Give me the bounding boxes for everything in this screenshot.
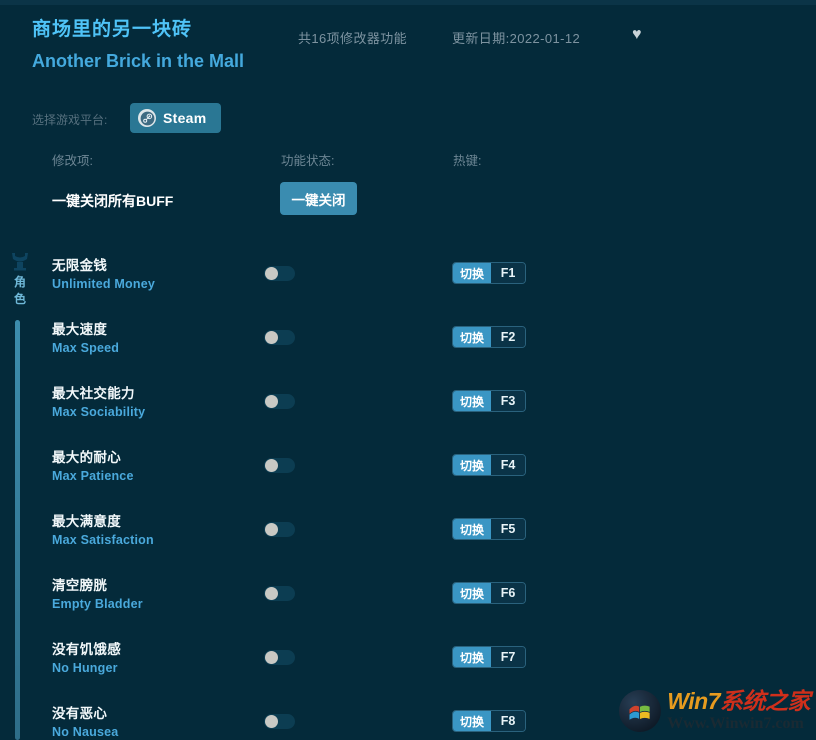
cheat-hotkey-key: F6 <box>491 583 526 603</box>
disable-all-buffs-label: 一键关闭所有BUFF <box>52 193 174 209</box>
cheat-row: 清空膀胱 Empty Bladder 切换 F6 <box>0 568 816 632</box>
cheat-toggle[interactable] <box>264 522 295 537</box>
watermark-brand: Win7系统之家 <box>667 690 810 713</box>
column-header-item: 修改项: <box>52 154 93 168</box>
cheat-toggle-knob <box>265 331 278 344</box>
cheat-toggle[interactable] <box>264 330 295 345</box>
disable-all-buffs-button[interactable]: 一键关闭 <box>280 182 357 215</box>
cheat-toggle[interactable] <box>264 458 295 473</box>
cheat-hotkey-action: 切换 <box>453 711 492 731</box>
platform-steam-button[interactable]: Steam <box>130 103 221 133</box>
column-header-hotkey: 热键: <box>453 154 482 168</box>
cheat-list: 无限金钱 Unlimited Money 切换 F1 最大速度 Max Speed 切换 F2… <box>0 248 816 740</box>
cheat-name-en: Empty Bladder <box>52 597 143 611</box>
windows-logo-icon <box>619 690 662 732</box>
cheat-name-cn: 最大社交能力 <box>52 386 135 401</box>
cheat-toggle-knob <box>265 587 278 600</box>
watermark-url: Www.Winwin7.com <box>667 715 804 732</box>
cheat-name-en: No Nausea <box>52 725 119 739</box>
watermark-brand-cn: 系统之家 <box>720 688 811 714</box>
cheat-name-en: Unlimited Money <box>52 277 156 291</box>
cheat-hotkey-key: F7 <box>491 647 526 667</box>
cheat-hotkey[interactable]: 切换 F4 <box>452 454 527 476</box>
disable-all-buffs-row: 一键关闭所有BUFF 一键关闭 <box>0 182 816 220</box>
app-header: 商场里的另一块砖 Another Brick in the Mall 共16项修… <box>0 5 816 93</box>
cheat-name-en: Max Patience <box>52 469 134 483</box>
cheat-row: 最大的耐心 Max Patience 切换 F4 <box>0 440 816 504</box>
cheat-name-cn: 无限金钱 <box>52 258 108 273</box>
cheat-hotkey-key: F1 <box>491 263 526 283</box>
cheat-name-block: 最大社交能力 Max Sociability <box>52 384 145 421</box>
cheat-name-block: 无限金钱 Unlimited Money <box>52 256 155 293</box>
site-watermark: Win7系统之家 Www.Winwin7.com <box>619 686 811 736</box>
cheat-row: 最大速度 Max Speed 切换 F2 <box>0 312 816 376</box>
heart-icon[interactable]: ♥ <box>632 27 642 43</box>
cheat-toggle[interactable] <box>264 266 295 281</box>
watermark-brand-win: Win <box>667 688 708 714</box>
cheat-toggle[interactable] <box>264 650 295 665</box>
cheat-hotkey-action: 切换 <box>453 583 492 603</box>
cheat-name-block: 最大速度 Max Speed <box>52 320 119 357</box>
cheat-name-en: Max Sociability <box>52 405 146 419</box>
cheat-name-en: Max Speed <box>52 341 120 355</box>
steam-icon <box>138 109 156 127</box>
platform-label: 选择游戏平台: <box>32 113 108 127</box>
cheat-toggle-knob <box>265 267 278 280</box>
cheat-name-block: 没有饥饿感 No Hunger <box>52 640 121 677</box>
cheat-hotkey[interactable]: 切换 F6 <box>452 582 527 604</box>
game-title-en: Another Brick in the Mall <box>32 51 245 71</box>
cheat-name-block: 没有恶心 No Nausea <box>52 704 118 740</box>
cheat-row: 无限金钱 Unlimited Money 切换 F1 <box>0 248 816 312</box>
cheat-toggle-knob <box>265 651 278 664</box>
cheat-hotkey-key: F8 <box>491 711 526 731</box>
cheat-row: 最大社交能力 Max Sociability 切换 F3 <box>0 376 816 440</box>
column-headers: 修改项: 功能状态: 热键: <box>0 150 816 170</box>
cheat-name-block: 最大满意度 Max Satisfaction <box>52 512 154 549</box>
cheat-toggle-knob <box>265 715 278 728</box>
cheat-hotkey-key: F4 <box>491 455 526 475</box>
game-title-block: 商场里的另一块砖 Another Brick in the Mall <box>32 17 244 74</box>
watermark-text: Win7系统之家 Www.Winwin7.com <box>667 690 810 732</box>
update-date-label: 更新日期:2022-01-12 <box>452 31 581 46</box>
cheat-name-cn: 最大速度 <box>52 322 108 337</box>
cheat-toggle-knob <box>265 523 278 536</box>
cheat-hotkey[interactable]: 切换 F8 <box>452 710 527 732</box>
platform-steam-label: Steam <box>163 110 207 126</box>
column-header-status: 功能状态: <box>281 154 335 168</box>
cheat-hotkey-action: 切换 <box>453 455 492 475</box>
cheat-name-cn: 没有恶心 <box>52 706 108 721</box>
cheat-toggle-knob <box>265 395 278 408</box>
cheat-name-en: No Hunger <box>52 661 118 675</box>
cheat-hotkey[interactable]: 切换 F3 <box>452 390 527 412</box>
cheat-toggle[interactable] <box>264 394 295 409</box>
cheat-hotkey-key: F5 <box>491 519 526 539</box>
cheat-toggle[interactable] <box>264 714 295 729</box>
cheat-name-cn: 清空膀胱 <box>52 578 108 593</box>
cheat-hotkey-action: 切换 <box>453 263 492 283</box>
cheat-hotkey[interactable]: 切换 F2 <box>452 326 527 348</box>
cheat-hotkey[interactable]: 切换 F1 <box>452 262 527 284</box>
cheat-hotkey[interactable]: 切换 F5 <box>452 518 527 540</box>
cheat-name-block: 最大的耐心 Max Patience <box>52 448 134 485</box>
cheat-toggle[interactable] <box>264 586 295 601</box>
cheat-row: 最大满意度 Max Satisfaction 切换 F5 <box>0 504 816 568</box>
platform-selector-row: 选择游戏平台: Steam <box>0 103 816 135</box>
game-title-cn: 商场里的另一块砖 <box>32 19 193 40</box>
cheat-name-cn: 最大满意度 <box>52 514 121 529</box>
cheat-hotkey[interactable]: 切换 F7 <box>452 646 527 668</box>
feature-count-label: 共16项修改器功能 <box>298 31 408 46</box>
cheat-toggle-knob <box>265 459 278 472</box>
cheat-name-en: Max Satisfaction <box>52 533 154 547</box>
cheat-hotkey-action: 切换 <box>453 391 492 411</box>
cheat-hotkey-action: 切换 <box>453 519 492 539</box>
cheat-hotkey-action: 切换 <box>453 327 492 347</box>
cheat-hotkey-key: F3 <box>491 391 526 411</box>
cheat-hotkey-action: 切换 <box>453 647 492 667</box>
cheat-name-cn: 没有饥饿感 <box>52 642 121 657</box>
cheat-hotkey-key: F2 <box>491 327 526 347</box>
watermark-brand-seven: 7 <box>707 688 721 714</box>
cheat-name-cn: 最大的耐心 <box>52 450 121 465</box>
cheat-name-block: 清空膀胱 Empty Bladder <box>52 576 143 613</box>
